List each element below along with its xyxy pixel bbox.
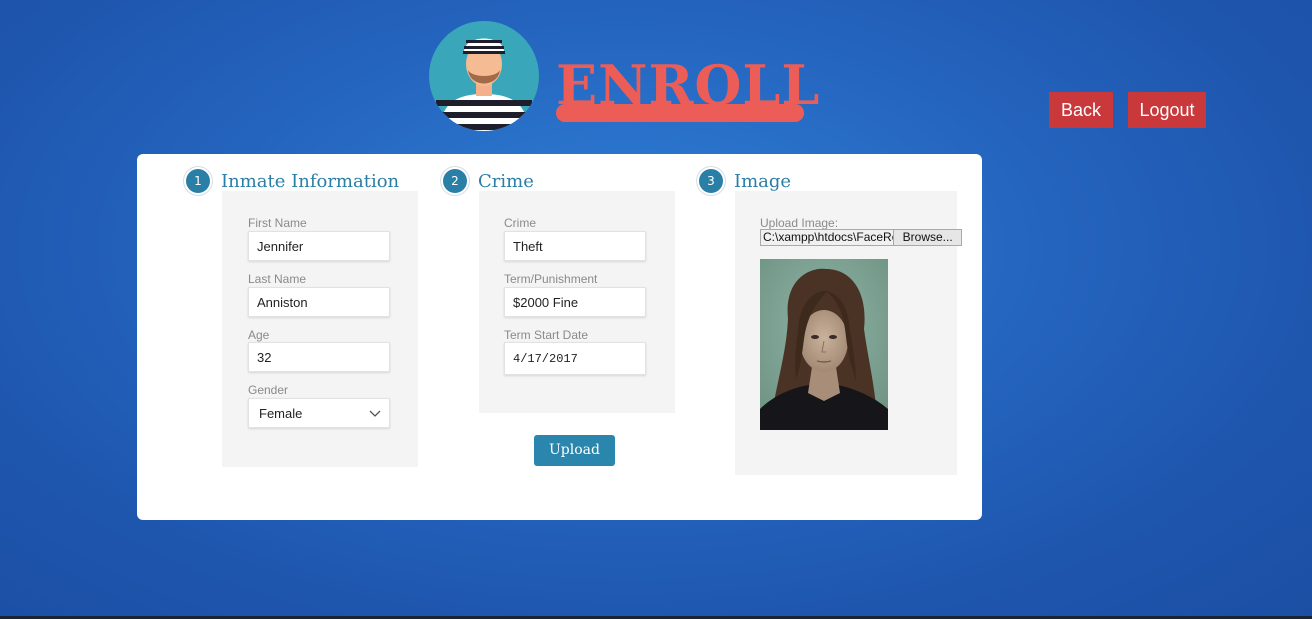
chevron-down-icon xyxy=(369,410,381,417)
upload-button[interactable]: Upload xyxy=(534,435,615,466)
age-label: Age xyxy=(248,328,270,342)
age-input[interactable]: 32 xyxy=(248,342,390,372)
term-start-date-input[interactable]: 4/17/2017 xyxy=(504,342,646,375)
logo-underline xyxy=(556,104,804,122)
first-name-input[interactable]: Jennifer xyxy=(248,231,390,261)
step-image: 3 Image xyxy=(699,169,791,193)
step-number-1: 1 xyxy=(186,169,210,193)
step-crime: 2 Crime xyxy=(443,169,534,193)
section-title-inmate: Inmate Information xyxy=(221,170,400,192)
inmate-avatar-icon xyxy=(429,21,539,131)
term-punishment-input[interactable]: $2000 Fine xyxy=(504,287,646,317)
step-number-3: 3 xyxy=(699,169,723,193)
back-button[interactable]: Back xyxy=(1049,92,1113,128)
section-title-crime: Crime xyxy=(478,170,534,192)
section-title-image: Image xyxy=(734,170,792,192)
last-name-input[interactable]: Anniston xyxy=(248,287,390,317)
enroll-logo: ENROLL xyxy=(426,20,826,132)
gender-label: Gender xyxy=(248,383,289,397)
upload-image-label: Upload Image: xyxy=(760,216,839,230)
term-start-date-label: Term Start Date xyxy=(504,328,589,342)
gender-select[interactable]: Female xyxy=(248,398,390,428)
first-name-label: First Name xyxy=(248,216,307,230)
inmate-photo xyxy=(760,259,888,430)
step-inmate-information: 1 Inmate Information xyxy=(186,169,399,193)
crime-input[interactable]: Theft xyxy=(504,231,646,261)
enroll-form-card: 1 Inmate Information First Name Jennifer… xyxy=(137,154,982,520)
last-name-label: Last Name xyxy=(248,272,307,286)
browse-button[interactable]: Browse... xyxy=(894,229,962,246)
crime-label: Crime xyxy=(504,216,536,230)
file-upload-input[interactable]: C:\xampp\htdocs\FaceRe Browse... xyxy=(760,229,962,246)
gender-select-value: Female xyxy=(259,406,303,421)
term-punishment-label: Term/Punishment xyxy=(504,272,598,286)
logout-button[interactable]: Logout xyxy=(1128,92,1206,128)
step-number-2: 2 xyxy=(443,169,467,193)
file-path-text: C:\xampp\htdocs\FaceRe xyxy=(760,229,895,246)
